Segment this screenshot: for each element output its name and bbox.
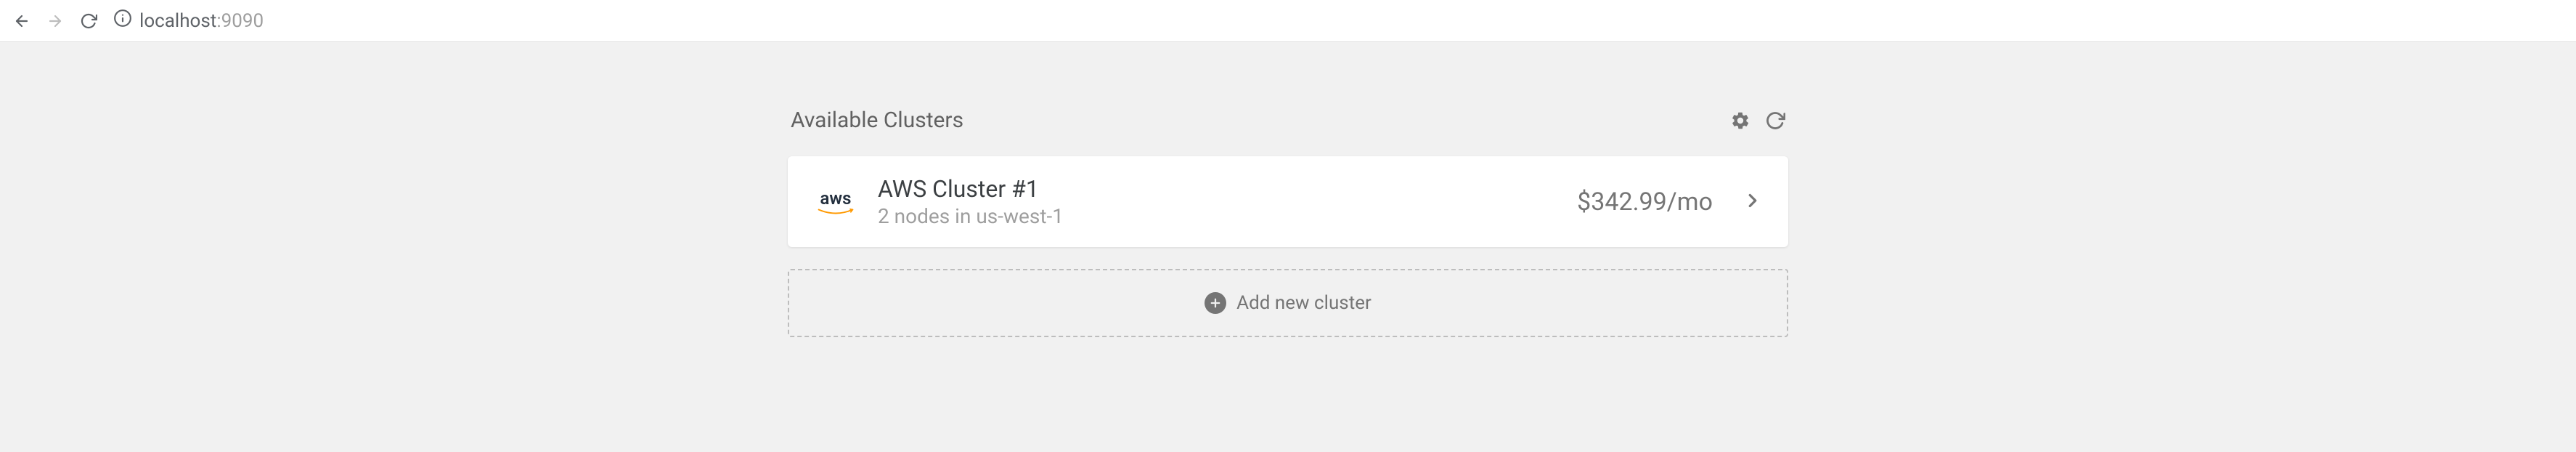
page-content: Available Clusters aws AWS Cluster #1 [0,42,2576,381]
clusters-panel: Available Clusters aws AWS Cluster #1 [788,108,1788,337]
reload-icon[interactable] [80,12,97,30]
panel-header: Available Clusters [788,108,1788,133]
refresh-icon[interactable] [1765,110,1785,131]
forward-icon[interactable] [46,12,64,30]
info-icon [113,9,132,33]
panel-actions [1730,110,1785,131]
url-port: :9090 [216,10,264,32]
cluster-card[interactable]: aws AWS Cluster #1 2 nodes in us-west-1 … [788,156,1788,247]
aws-swoosh-icon [818,207,854,216]
cluster-subtitle: 2 nodes in us-west-1 [878,204,1577,228]
url-host: localhost [139,10,216,32]
cluster-name: AWS Cluster #1 [878,175,1577,203]
add-cluster-button[interactable]: Add new cluster [788,269,1788,337]
back-icon[interactable] [13,12,30,30]
aws-logo: aws [812,188,859,216]
cluster-info: AWS Cluster #1 2 nodes in us-west-1 [878,175,1577,228]
page-title: Available Clusters [791,108,963,133]
address-bar[interactable]: localhost:9090 [113,9,264,33]
browser-toolbar: localhost:9090 [0,0,2576,42]
chevron-right-icon [1742,190,1764,214]
cluster-price: $342.99/mo [1577,187,1713,217]
gear-icon[interactable] [1730,110,1750,131]
add-cluster-label: Add new cluster [1236,292,1371,314]
provider-label: aws [820,188,852,209]
plus-circle-icon [1205,292,1226,314]
